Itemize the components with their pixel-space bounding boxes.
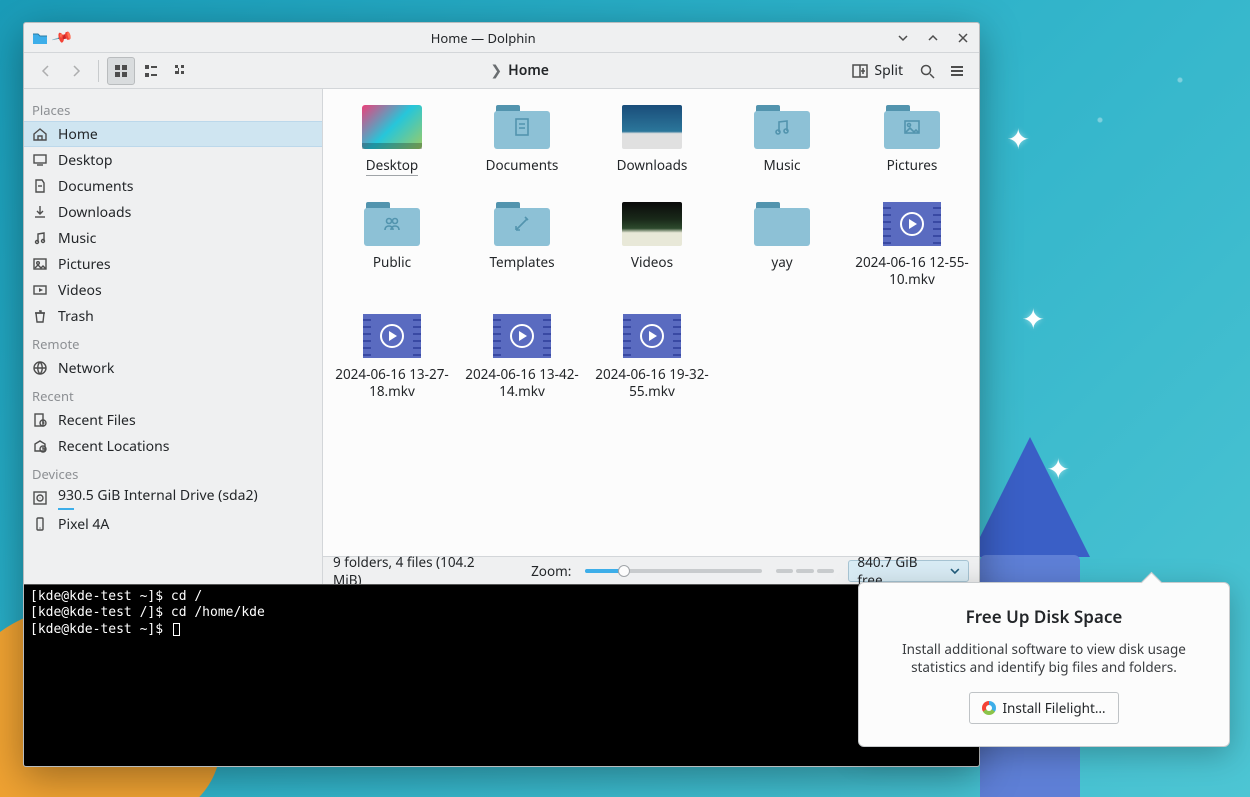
free-space-chip[interactable]: 840.7 GiB free — [848, 560, 969, 582]
tile-label: Public — [373, 254, 411, 271]
sidebar-item-desktop[interactable]: Desktop — [24, 147, 322, 173]
split-button[interactable]: Split — [844, 57, 911, 85]
tile-label: Pictures — [887, 157, 938, 174]
app-icon — [32, 30, 48, 46]
places-panel: Places HomeDesktopDocumentsDownloadsMusi… — [24, 89, 323, 584]
remote-header: Remote — [24, 329, 322, 355]
dolphin-window: 📌 Home — Dolphin ❯ Home Split — [23, 22, 980, 767]
devices-header: Devices — [24, 459, 322, 485]
sidebar-item-pictures[interactable]: Pictures — [24, 251, 322, 277]
tile-label: yay — [771, 254, 792, 271]
places-header: Places — [24, 95, 322, 121]
folder-tile[interactable]: Pictures — [851, 101, 973, 174]
tile-label: 2024-06-16 13-42-14.mkv — [461, 366, 583, 400]
folder-tile[interactable]: Music — [721, 101, 843, 174]
folder-tile[interactable]: Documents — [461, 101, 583, 174]
sidebar-item-music[interactable]: Music — [24, 225, 322, 251]
popover-title: Free Up Disk Space — [877, 605, 1211, 628]
tile-label: 2024-06-16 19-32-55.mkv — [591, 366, 713, 400]
terminal-panel[interactable]: [kde@kde-test ~]$ cd /[kde@kde-test /]$ … — [24, 584, 979, 766]
file-tile[interactable]: 2024-06-16 13-27-18.mkv — [331, 310, 453, 400]
status-bar: 9 folders, 4 files (104.2 MiB) Zoom: 840… — [323, 556, 979, 584]
search-button[interactable] — [913, 57, 941, 85]
sidebar-item-phone[interactable]: Pixel 4A — [24, 511, 322, 537]
tile-label: Documents — [486, 157, 559, 174]
folder-tile[interactable]: Downloads — [591, 101, 713, 174]
folder-tile[interactable]: Videos — [591, 198, 713, 271]
tile-label: Videos — [631, 254, 673, 271]
file-grid[interactable]: Desktop Documents Downloads Music Pictures Pu… — [323, 89, 979, 556]
zoom-steps[interactable] — [776, 569, 835, 573]
tile-label: Desktop — [366, 157, 419, 176]
maximize-button[interactable] — [925, 30, 941, 46]
toolbar: ❯ Home Split — [24, 53, 979, 89]
details-view-button[interactable] — [167, 57, 195, 85]
close-button[interactable] — [955, 30, 971, 46]
breadcrumb-current[interactable]: Home — [508, 61, 549, 80]
back-button[interactable] — [32, 57, 60, 85]
pin-icon[interactable]: 📌 — [50, 25, 75, 50]
hamburger-menu-button[interactable] — [943, 57, 971, 85]
sidebar-item-home[interactable]: Home — [24, 121, 322, 147]
zoom-slider[interactable] — [585, 564, 761, 578]
folder-tile[interactable]: yay — [721, 198, 843, 271]
icons-view-button[interactable] — [107, 57, 135, 85]
tile-label: 2024-06-16 12-55-10.mkv — [851, 254, 973, 288]
tile-label: Downloads — [617, 157, 688, 174]
sidebar-item-videos[interactable]: Videos — [24, 277, 322, 303]
sidebar-item-documents[interactable]: Documents — [24, 173, 322, 199]
tile-label: Templates — [489, 254, 554, 271]
compact-view-button[interactable] — [137, 57, 165, 85]
titlebar: 📌 Home — Dolphin — [24, 23, 979, 53]
file-tile[interactable]: 2024-06-16 12-55-10.mkv — [851, 198, 973, 288]
tile-label: 2024-06-16 13-27-18.mkv — [331, 366, 453, 400]
recent-header: Recent — [24, 381, 322, 407]
popover-body: Install additional software to view disk… — [877, 640, 1211, 676]
sidebar-item-recent-files[interactable]: Recent Files — [24, 407, 322, 433]
chevron-right-icon: ❯ — [490, 61, 502, 80]
install-filelight-button[interactable]: Install Filelight… — [969, 692, 1118, 724]
minimize-button[interactable] — [895, 30, 911, 46]
breadcrumb[interactable]: ❯ Home — [197, 61, 842, 80]
forward-button[interactable] — [62, 57, 90, 85]
sidebar-item-network[interactable]: Network — [24, 355, 322, 381]
sidebar-item-trash[interactable]: Trash — [24, 303, 322, 329]
sidebar-item-downloads[interactable]: Downloads — [24, 199, 322, 225]
file-tile[interactable]: 2024-06-16 19-32-55.mkv — [591, 310, 713, 400]
folder-tile[interactable]: Desktop — [331, 101, 453, 176]
folder-tile[interactable]: Public — [331, 198, 453, 271]
file-tile[interactable]: 2024-06-16 13-42-14.mkv — [461, 310, 583, 400]
sidebar-item-hdd[interactable]: 930.5 GiB Internal Drive (sda2) — [24, 485, 322, 511]
window-title: Home — Dolphin — [77, 29, 889, 47]
free-space-popover: Free Up Disk Space Install additional so… — [858, 582, 1230, 747]
folder-tile[interactable]: Templates — [461, 198, 583, 271]
filelight-icon — [982, 701, 996, 715]
zoom-label: Zoom: — [531, 562, 571, 580]
tile-label: Music — [763, 157, 800, 174]
sidebar-item-recent-locs[interactable]: Recent Locations — [24, 433, 322, 459]
